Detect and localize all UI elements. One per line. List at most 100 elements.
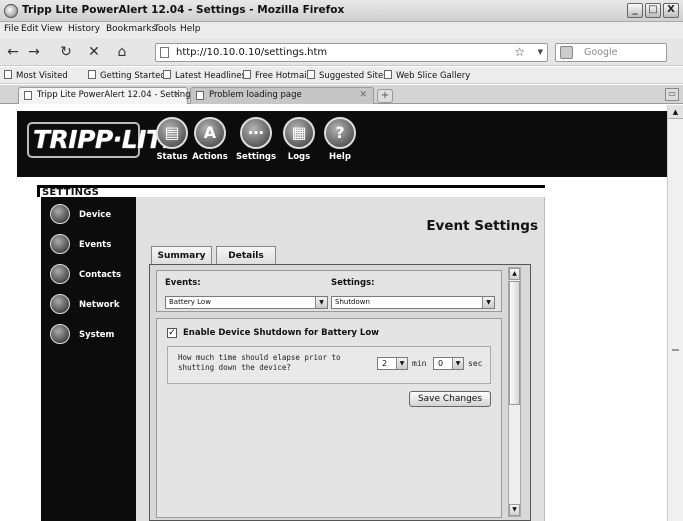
sidebar-item-device[interactable]: Device [50, 204, 136, 228]
nav-actions-label: Actions [192, 152, 228, 162]
settings-label: Settings: [331, 278, 375, 288]
menu-view[interactable]: View [41, 24, 62, 34]
forward-icon[interactable]: → [24, 43, 44, 61]
bookmarks-toolbar: Most Visited Getting Started Latest Head… [0, 67, 683, 84]
search-placeholder: Google [584, 47, 618, 58]
window-titlebar: Tripp Lite PowerAlert 12.04 - Settings -… [0, 0, 683, 22]
bookmark-icon [243, 70, 251, 79]
tab-details[interactable]: Details [216, 246, 276, 265]
search-engine-icon[interactable] [560, 46, 573, 59]
home-icon[interactable]: ⌂ [112, 43, 132, 61]
search-input[interactable]: Google [555, 43, 667, 62]
menu-file[interactable]: File [4, 24, 19, 34]
seconds-select[interactable]: 0 ▼ [433, 357, 464, 370]
minutes-select[interactable]: 2 ▼ [377, 357, 408, 370]
back-icon[interactable]: ← [3, 43, 23, 61]
url-bar[interactable]: http://10.10.0.10/settings.htm ☆ ▼ [155, 43, 548, 62]
minutes-value: 2 [382, 359, 388, 368]
scroll-down-icon[interactable]: ▼ [509, 504, 520, 516]
tab-summary[interactable]: Summary [151, 246, 212, 265]
chevron-down-icon: ▼ [396, 358, 407, 369]
settings-panel: Events: Settings: Battery Low ▼ Shutdown… [149, 264, 531, 521]
page-icon [196, 91, 204, 100]
actions-icon: A [194, 117, 226, 149]
nav-help[interactable]: ? Help [315, 117, 365, 162]
sidebar-item-label: Device [79, 210, 112, 220]
settings-sidebar: Device Events Contacts Network System [41, 197, 136, 521]
network-icon [50, 294, 70, 314]
system-icon [50, 324, 70, 344]
maximize-button[interactable]: □ [645, 3, 661, 18]
sidebar-item-label: Events [79, 240, 112, 250]
bookmark-icon [384, 70, 392, 79]
minimize-button[interactable]: _ [627, 3, 643, 18]
window-title: Tripp Lite PowerAlert 12.04 - Settings -… [22, 4, 345, 16]
contacts-icon [50, 264, 70, 284]
close-button[interactable]: X [663, 3, 679, 18]
settings-select[interactable]: Shutdown ▼ [331, 296, 495, 309]
status-icon: ▤ [156, 117, 188, 149]
menu-bookmarks[interactable]: Bookmarks [106, 24, 156, 34]
help-icon: ? [324, 117, 356, 149]
page-title: Event Settings [426, 218, 538, 234]
sidebar-item-events[interactable]: Events [50, 234, 136, 258]
reload-icon[interactable]: ↻ [56, 43, 76, 61]
bookmark-star-icon[interactable]: ☆ [514, 45, 525, 59]
bookmark-icon [88, 70, 96, 79]
scroll-thumb[interactable] [509, 281, 520, 405]
nav-actions[interactable]: A Actions [185, 117, 235, 162]
sidebar-item-label: System [79, 330, 115, 340]
bookmark-suggested-sites[interactable]: Suggested Sites [307, 70, 388, 81]
menu-history[interactable]: History [68, 24, 100, 34]
sidebar-item-contacts[interactable]: Contacts [50, 264, 136, 288]
page-icon [24, 91, 32, 100]
tab-settings[interactable]: Tripp Lite PowerAlert 12.04 - Settings ✕ [18, 87, 195, 104]
chevron-down-icon: ▼ [452, 358, 463, 369]
new-tab-icon[interactable]: + [377, 89, 393, 103]
menu-help[interactable]: Help [180, 24, 201, 34]
bookmark-most-visited[interactable]: Most Visited [4, 70, 68, 81]
logs-icon: ▦ [283, 117, 315, 149]
menu-tools[interactable]: Tools [154, 24, 176, 34]
save-changes-button[interactable]: Save Changes [409, 391, 491, 407]
scroll-grip[interactable] [672, 349, 679, 351]
bookmark-free-hotmail[interactable]: Free Hotmail [243, 70, 309, 81]
event-config-area: ✓ Enable Device Shutdown for Battery Low… [156, 318, 502, 518]
sidebar-item-network[interactable]: Network [50, 294, 136, 318]
bookmark-latest-headlines[interactable]: Latest Headlines [163, 70, 246, 81]
bookmark-web-slice-gallery[interactable]: Web Slice Gallery [384, 70, 470, 81]
device-icon [50, 204, 70, 224]
app-header: TRIPP·LITE ▤ Status A Actions ⋯ Settings… [17, 111, 668, 177]
panel-scrollbar[interactable]: ▲ ▼ [508, 267, 521, 517]
page-scrollbar[interactable]: ▲ [667, 105, 683, 521]
tab-problem-loading[interactable]: Problem loading page ✕ [190, 87, 374, 104]
event-selector-area: Events: Settings: Battery Low ▼ Shutdown… [156, 270, 502, 312]
url-dropdown-icon[interactable]: ▼ [538, 48, 543, 56]
scroll-up-icon[interactable]: ▲ [668, 105, 683, 119]
tab-close-icon[interactable]: ✕ [359, 88, 367, 103]
firefox-icon [4, 4, 18, 18]
tab-list-icon[interactable]: ▭ [665, 88, 679, 101]
bookmark-icon [307, 70, 315, 79]
tab-label: Problem loading page [209, 90, 302, 100]
seconds-unit: sec [468, 359, 483, 368]
enable-shutdown-label: Enable Device Shutdown for Battery Low [183, 328, 380, 338]
bookmark-getting-started[interactable]: Getting Started [88, 70, 166, 81]
minutes-unit: min [412, 359, 427, 368]
menu-edit[interactable]: Edit [21, 24, 38, 34]
settings-section-title: SETTINGS [37, 185, 545, 198]
tab-label: Tripp Lite PowerAlert 12.04 - Settings [37, 90, 195, 100]
settings-icon: ⋯ [240, 117, 272, 149]
chevron-down-icon: ▼ [482, 297, 494, 308]
events-select[interactable]: Battery Low ▼ [165, 296, 328, 309]
events-label: Events: [165, 278, 201, 288]
nav-help-label: Help [329, 152, 351, 162]
tab-close-icon[interactable]: ✕ [173, 88, 181, 103]
enable-shutdown-checkbox[interactable]: ✓ [167, 328, 177, 338]
delay-question: How much time should elapse prior to shu… [178, 353, 341, 372]
bookmark-icon [163, 70, 171, 79]
scroll-up-icon[interactable]: ▲ [509, 268, 520, 280]
stop-icon[interactable]: ✕ [84, 43, 104, 61]
sidebar-item-label: Network [79, 300, 120, 310]
sidebar-item-system[interactable]: System [50, 324, 136, 348]
